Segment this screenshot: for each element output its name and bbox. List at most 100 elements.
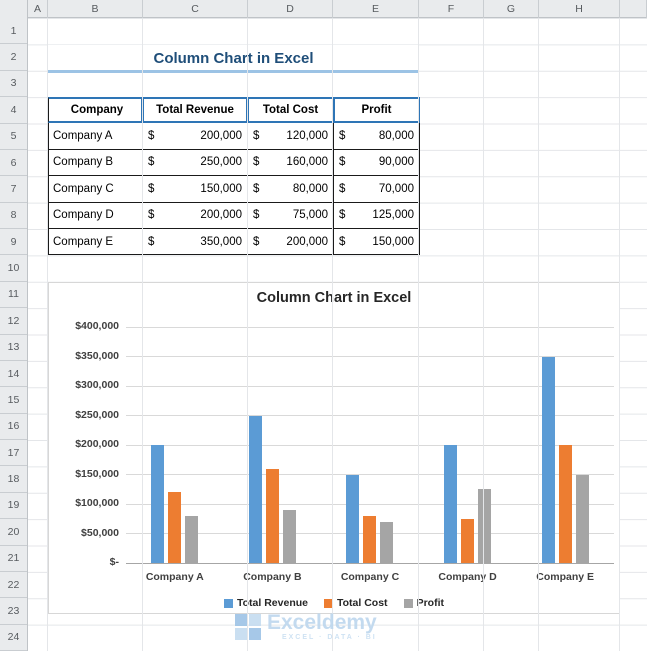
row-header-24[interactable]: 24 xyxy=(0,625,27,651)
legend-item-profit[interactable]: Profit xyxy=(403,597,444,609)
row-header-11[interactable]: 11 xyxy=(0,282,27,309)
company-cell[interactable]: Company C xyxy=(48,176,143,203)
amount-cell[interactable]: $80,000 xyxy=(334,123,420,150)
legend-item-total-cost[interactable]: Total Cost xyxy=(324,597,388,609)
row-header-8[interactable]: 8 xyxy=(0,203,27,229)
bar-total-revenue[interactable] xyxy=(541,356,555,563)
row-header-14[interactable]: 14 xyxy=(0,361,27,388)
column-header-partial xyxy=(620,0,647,18)
table-header-cell[interactable]: Company xyxy=(48,97,143,124)
row-header-3[interactable]: 3 xyxy=(0,71,27,98)
column-header-B[interactable]: B xyxy=(48,0,143,18)
amount-cell[interactable]: $150,000 xyxy=(143,176,248,203)
row-header-16[interactable]: 16 xyxy=(0,414,27,440)
row-header-23[interactable]: 23 xyxy=(0,598,27,625)
bar-profit[interactable] xyxy=(478,489,492,563)
row-header-9[interactable]: 9 xyxy=(0,229,27,256)
amount-cell[interactable]: $125,000 xyxy=(334,202,420,229)
row-header-2[interactable]: 2 xyxy=(0,44,27,71)
row-header-13[interactable]: 13 xyxy=(0,335,27,361)
company-cell[interactable]: Company A xyxy=(48,123,143,150)
table-header-cell[interactable]: Total Revenue xyxy=(143,97,248,124)
amount-cell[interactable]: $150,000 xyxy=(334,228,420,256)
select-all-corner[interactable] xyxy=(0,0,28,18)
column-header-A[interactable]: A xyxy=(28,0,48,18)
amount-cell[interactable]: $250,000 xyxy=(143,149,248,177)
currency-symbol: $ xyxy=(253,235,260,248)
bar-total-cost[interactable] xyxy=(265,468,279,563)
row-header-18[interactable]: 18 xyxy=(0,466,27,493)
row-header-7[interactable]: 7 xyxy=(0,176,27,203)
amount-cell[interactable]: $160,000 xyxy=(248,149,334,177)
table-header-cell[interactable]: Total Cost xyxy=(248,97,334,124)
watermark: Exceldemy EXCEL · DATA · BI xyxy=(235,612,377,641)
column-chart[interactable]: Column Chart in Excel $- $50,000 $100,000 $… xyxy=(48,282,620,614)
column-header-H[interactable]: H xyxy=(539,0,620,18)
row-header-column: 1 2 3 4 5 6 7 8 9 10 11 12 13 14 15 16 17 18 19 20 21 22 23 24 xyxy=(0,18,28,651)
column-header-C[interactable]: C xyxy=(143,0,248,18)
currency-symbol: $ xyxy=(148,130,155,143)
bar-total-revenue[interactable] xyxy=(444,445,458,563)
table-header-row: Company Total Revenue Total Cost Profit xyxy=(48,97,420,124)
data-table: Company Total Revenue Total Cost Profit Comp… xyxy=(48,97,420,256)
row-header-19[interactable]: 19 xyxy=(0,493,27,520)
row-header-17[interactable]: 17 xyxy=(0,440,27,467)
amount-cell[interactable]: $75,000 xyxy=(248,202,334,229)
amount-cell[interactable]: $200,000 xyxy=(248,228,334,256)
gridline-vertical xyxy=(619,18,620,651)
company-cell[interactable]: Company B xyxy=(48,149,143,177)
amount-cell[interactable]: $80,000 xyxy=(248,176,334,203)
amount-cell[interactable]: $350,000 xyxy=(143,228,248,256)
column-header-E[interactable]: E xyxy=(333,0,419,18)
bar-total-cost[interactable] xyxy=(558,445,572,563)
row-header-12[interactable]: 12 xyxy=(0,308,27,335)
amount-value: 90,000 xyxy=(378,156,414,169)
amount-cell[interactable]: $70,000 xyxy=(334,176,420,203)
table-row: Company D $200,000 $75,000 $125,000 xyxy=(48,202,420,229)
column-header-D[interactable]: D xyxy=(248,0,333,18)
currency-symbol: $ xyxy=(253,182,260,195)
currency-symbol: $ xyxy=(148,235,155,248)
amount-cell[interactable]: $120,000 xyxy=(248,123,334,150)
chart-plot-area xyxy=(126,327,614,563)
amount-value: 80,000 xyxy=(378,130,414,143)
currency-symbol: $ xyxy=(148,209,155,222)
row-header-6[interactable]: 6 xyxy=(0,150,27,177)
bar-profit[interactable] xyxy=(380,521,394,563)
legend-item-total-revenue[interactable]: Total Revenue xyxy=(224,597,308,609)
table-header-cell[interactable]: Profit xyxy=(334,97,420,124)
chart-title: Column Chart in Excel xyxy=(256,290,412,306)
amount-value: 120,000 xyxy=(286,130,328,143)
column-header-G[interactable]: G xyxy=(484,0,539,18)
amount-cell[interactable]: $90,000 xyxy=(334,149,420,177)
row-header-21[interactable]: 21 xyxy=(0,546,27,572)
row-header-15[interactable]: 15 xyxy=(0,387,27,414)
bar-total-revenue[interactable] xyxy=(248,415,262,563)
bar-profit[interactable] xyxy=(185,515,199,563)
title-underline xyxy=(48,70,419,73)
amount-cell[interactable]: $200,000 xyxy=(143,123,248,150)
amount-cell[interactable]: $200,000 xyxy=(143,202,248,229)
row-header-22[interactable]: 22 xyxy=(0,572,27,599)
company-cell[interactable]: Company D xyxy=(48,202,143,229)
currency-symbol: $ xyxy=(339,235,346,248)
bar-total-cost[interactable] xyxy=(363,515,377,563)
bar-profit[interactable] xyxy=(282,509,296,563)
company-cell[interactable]: Company E xyxy=(48,228,143,256)
bar-total-revenue[interactable] xyxy=(151,445,165,563)
currency-symbol: $ xyxy=(339,209,346,222)
bar-profit[interactable] xyxy=(575,474,589,563)
row-header-5[interactable]: 5 xyxy=(0,124,27,150)
gridline-vertical xyxy=(538,18,539,651)
row-header-4[interactable]: 4 xyxy=(0,97,27,124)
currency-symbol: $ xyxy=(339,182,346,195)
row-header-20[interactable]: 20 xyxy=(0,519,27,546)
bar-total-cost[interactable] xyxy=(168,492,182,563)
row-header-1[interactable]: 1 xyxy=(0,18,27,45)
bar-total-cost[interactable] xyxy=(461,518,475,563)
sheet-area[interactable]: Column Chart in Excel Company Total Reven… xyxy=(28,18,647,651)
row-header-10[interactable]: 10 xyxy=(0,255,27,282)
column-header-F[interactable]: F xyxy=(419,0,484,18)
bar-total-revenue[interactable] xyxy=(346,474,360,563)
sheet-title-cell[interactable]: Column Chart in Excel xyxy=(48,45,419,71)
